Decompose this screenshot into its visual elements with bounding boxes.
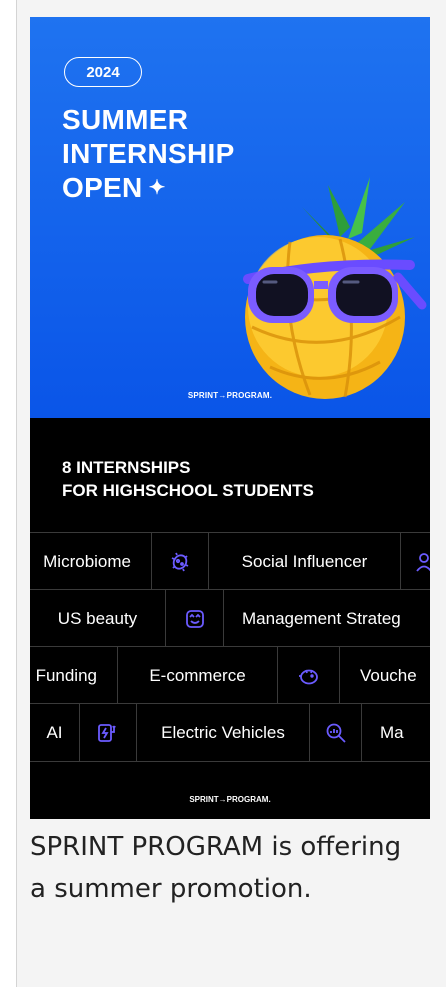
tag-label: AI [46,722,63,742]
tag-management-strategy: Management Strateg [224,590,430,647]
tag-us-beauty: US beauty [30,590,166,647]
tag-row-4: AI Electric Vehicles Ma [30,703,430,762]
poster-top-panel: 2024 SUMMER INTERNSHIP OPEN ✦ SPRINT→PRO… [30,17,430,418]
internships-headline: 8 INTERNSHIPS FOR HIGHSCHOOL STUDENTS [62,456,314,502]
tag-row-1: Microbiome Social Influencer [30,532,430,590]
search-chart-icon [310,704,362,761]
pineapple-sunglasses-illustration [243,177,427,399]
tag-row-2: US beauty Management Strateg [30,589,430,647]
tag-microbiome: Microbiome [30,533,152,590]
post-caption: SPRINT PROGRAM is offering a summer prom… [30,832,402,904]
tag-label: Funding [35,665,97,685]
microbe-icon [152,533,209,590]
tag-ai: AI [30,704,80,761]
ev-charger-icon [80,704,137,761]
poster-bottom-panel: 8 INTERNSHIPS FOR HIGHSCHOOL STUDENTS Mi… [30,418,430,819]
headline-line-3-text: OPEN [62,172,143,203]
tag-e-commerce: E-commerce [118,647,278,704]
tag-label: Management Strateg [242,608,401,628]
face-icon [166,590,224,647]
tag-label: US beauty [57,608,138,628]
brand-logo-top: SPRINT→PROGRAM. [187,391,273,400]
piggy-bank-icon [278,647,340,704]
tag-label: Microbiome [43,551,131,571]
tag-label: Social Influencer [241,551,368,571]
tag-social-influencer: Social Influencer [209,533,401,590]
sparkle-icon: ✦ [148,177,166,199]
tag-label: Electric Vehicles [161,722,285,742]
tag-row-3: Funding E-commerce Vouche [30,646,430,704]
headline-line-3: OPEN ✦ [62,171,235,205]
tag-label: Ma [380,722,404,742]
internships-headline-line-2: FOR HIGHSCHOOL STUDENTS [62,481,314,500]
headline-line-1: SUMMER [62,104,189,135]
tag-label: E-commerce [149,665,246,685]
tag-marketing: Ma [362,704,430,761]
poster-headline: SUMMER INTERNSHIP OPEN ✦ [62,103,235,205]
internships-headline-line-1: 8 INTERNSHIPS [62,458,191,477]
tag-funding: Funding [30,647,118,704]
person-icon [401,533,430,590]
year-badge: 2024 [64,57,142,87]
headline-line-2: INTERNSHIP [62,138,235,169]
tag-label: Vouche [360,665,417,685]
tag-voucher: Vouche [340,647,430,704]
tag-electric-vehicles: Electric Vehicles [137,704,310,761]
brand-logo-bottom: SPRINT→PROGRAM. [189,795,271,804]
